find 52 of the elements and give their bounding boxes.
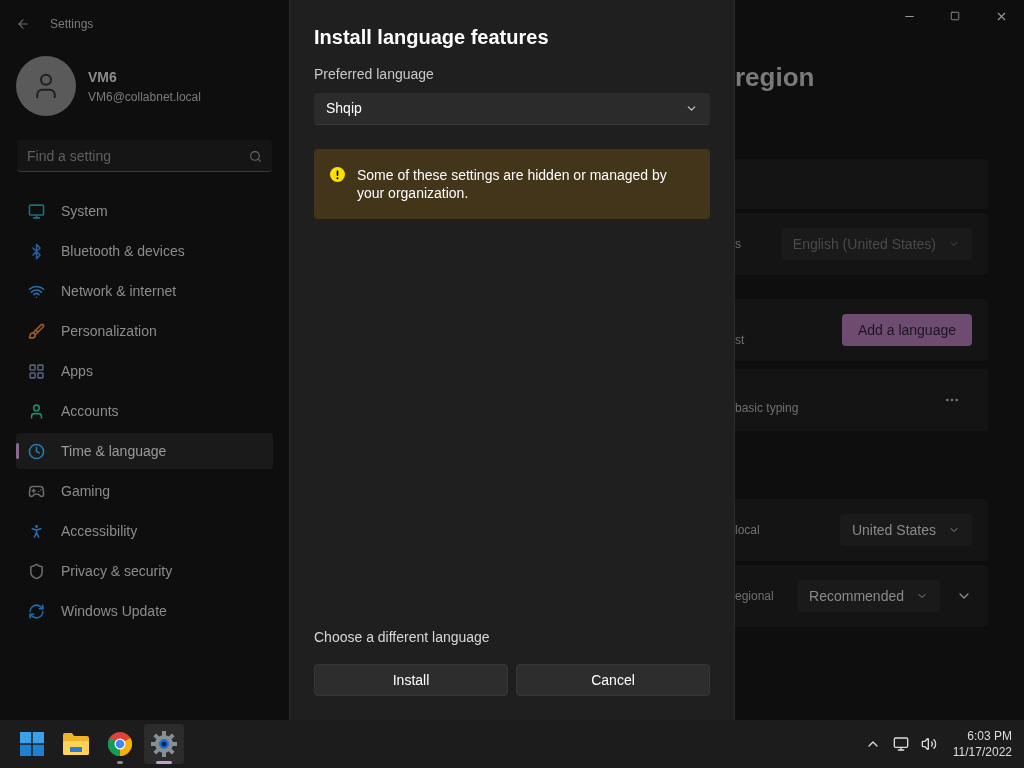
back-icon[interactable] <box>16 17 30 31</box>
setting-label: s <box>735 236 741 253</box>
install-button[interactable]: Install <box>314 664 508 696</box>
dropdown[interactable]: Recommended <box>797 580 940 612</box>
warning-icon <box>330 167 345 182</box>
windows-logo-icon <box>20 732 44 756</box>
privacy-icon <box>28 562 45 580</box>
search-icon <box>249 150 262 163</box>
search-field[interactable]: Find a setting <box>17 140 272 172</box>
sidebar-item[interactable]: Gaming <box>16 473 273 509</box>
running-indicator <box>156 761 172 764</box>
personalization-icon <box>28 322 45 340</box>
sidebar-item[interactable]: Accounts <box>16 393 273 429</box>
page-title: region <box>735 61 816 94</box>
clock-time[interactable]: 6:03 PM <box>967 728 1012 744</box>
user-name: VM6 <box>88 67 118 87</box>
sidebar-item[interactable]: Network & internet <box>16 273 273 309</box>
window-title: Settings <box>50 16 94 33</box>
sidebar-item[interactable]: Personalization <box>16 313 273 349</box>
time-icon <box>28 442 45 460</box>
maximize-icon[interactable] <box>950 11 960 21</box>
notice-text: Some of these settings are hidden or managed by your organization. <box>357 166 668 202</box>
volume-icon[interactable] <box>920 736 937 752</box>
setting-label: local <box>735 522 760 539</box>
sidebar-item[interactable]: Apps <box>16 353 273 389</box>
taskbar-app[interactable] <box>144 724 184 764</box>
gear-icon <box>151 731 177 757</box>
setting-label: basic typing <box>735 400 799 417</box>
setting-label: st <box>735 332 745 349</box>
sidebar-item[interactable]: Windows Update <box>16 593 273 629</box>
update-icon <box>28 602 45 620</box>
system-icon <box>28 202 45 220</box>
dialog-title: Install language features <box>314 25 550 50</box>
sidebar-item[interactable]: Accessibility <box>16 513 273 549</box>
sidebar-item[interactable]: System <box>16 193 273 229</box>
sidebar-item[interactable]: Time & language <box>16 433 273 469</box>
cancel-button[interactable]: Cancel <box>516 664 710 696</box>
user-email: VM6@collabnet.local <box>88 88 201 106</box>
language-dropdown[interactable]: Shqip <box>314 93 710 125</box>
accounts-icon <box>28 402 45 420</box>
selection-indicator <box>16 443 19 459</box>
running-indicator <box>117 761 123 764</box>
sidebar-item[interactable]: Privacy & security <box>16 553 273 589</box>
folder-icon <box>63 733 89 755</box>
clock-date[interactable]: 11/17/2022 <box>952 744 1012 760</box>
choose-language-link[interactable]: Choose a different language <box>314 627 710 648</box>
dropdown[interactable]: United States <box>839 514 972 546</box>
apps-icon <box>28 362 45 380</box>
sidebar-item[interactable]: Bluetooth & devices <box>16 233 273 269</box>
browser-icon <box>108 732 132 756</box>
setting-label: egional <box>735 588 774 605</box>
field-label: Preferred language <box>314 65 435 84</box>
